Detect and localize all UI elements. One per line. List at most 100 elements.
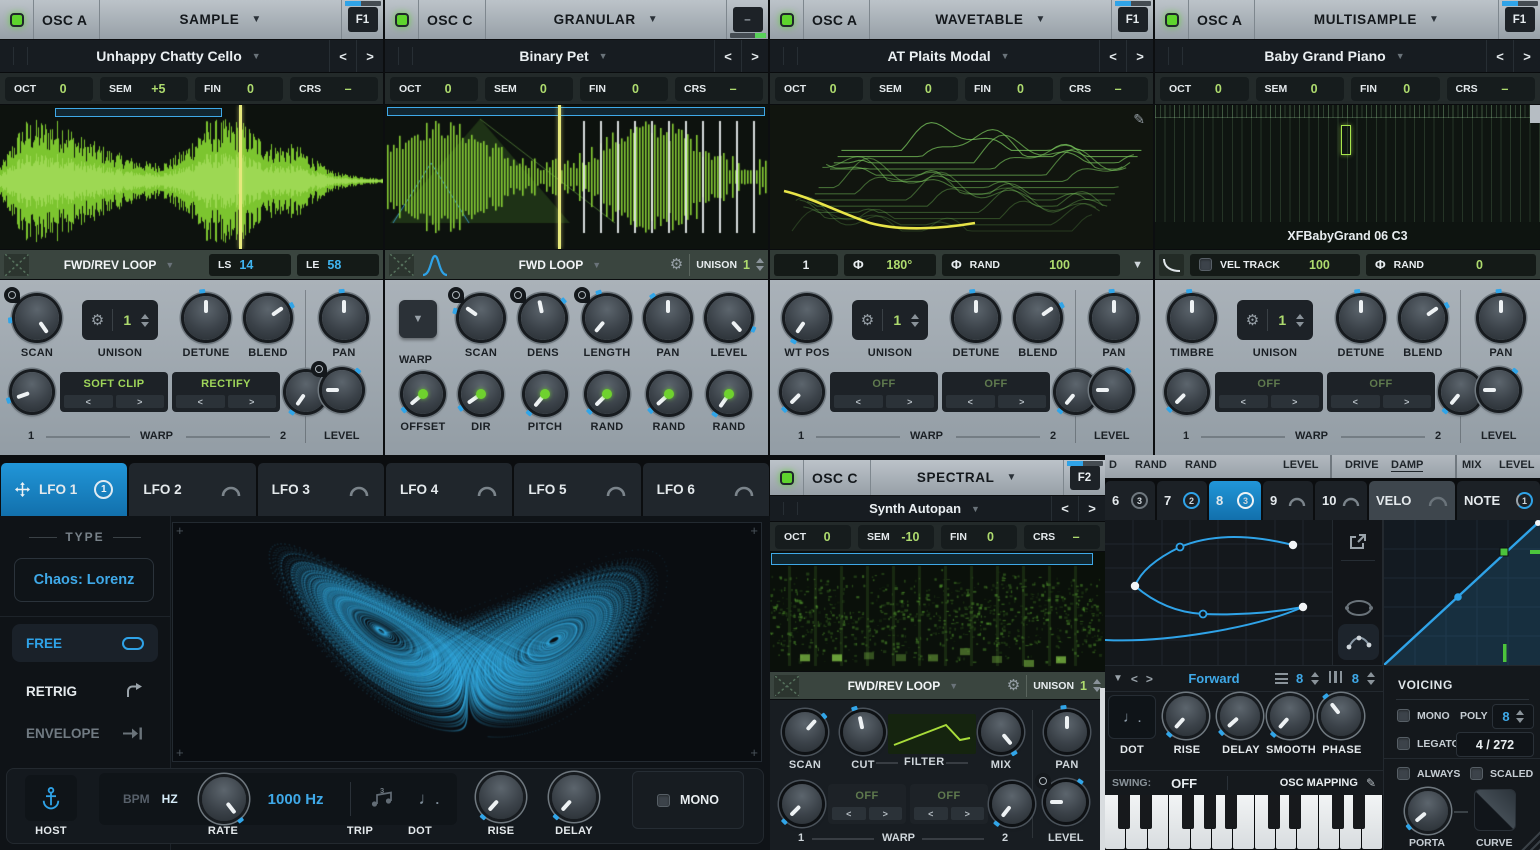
osc-enable-button[interactable] bbox=[385, 0, 419, 39]
oct-field[interactable]: OCT0 bbox=[390, 77, 478, 101]
rand-knob[interactable] bbox=[709, 374, 749, 414]
preset-next-button[interactable]: > bbox=[1078, 496, 1105, 521]
mix-knob[interactable] bbox=[981, 712, 1021, 752]
unison-box[interactable]: ⚙1 bbox=[852, 300, 928, 340]
dir-knob[interactable] bbox=[461, 374, 501, 414]
scan-control[interactable]: SCAN bbox=[8, 296, 66, 359]
rise-knob[interactable] bbox=[479, 775, 523, 819]
scan-control[interactable]: SCAN bbox=[455, 296, 507, 359]
chevron-down-icon[interactable]: ▼ bbox=[1132, 259, 1143, 271]
scroll-notch[interactable] bbox=[1530, 105, 1540, 123]
sem-field[interactable]: SEM0 bbox=[870, 77, 958, 101]
arp-curve-editor[interactable] bbox=[1105, 520, 1332, 665]
delay-knob[interactable] bbox=[552, 775, 596, 819]
porta-knob[interactable] bbox=[1408, 791, 1448, 831]
lfo-type-select[interactable]: Chaos: Lorenz bbox=[14, 558, 154, 602]
poly-field[interactable]: 8 bbox=[1492, 704, 1534, 729]
warp2-prev-button[interactable]: < bbox=[1331, 395, 1380, 408]
wtpos-control[interactable]: WT POS bbox=[778, 296, 836, 359]
warp1-mode-select[interactable]: OFF<> bbox=[1215, 372, 1323, 412]
density-knob[interactable] bbox=[521, 296, 565, 340]
warp2-knob[interactable] bbox=[992, 784, 1032, 824]
warp2-prev-button[interactable]: < bbox=[176, 395, 225, 408]
loop-region-handle[interactable] bbox=[55, 108, 222, 117]
sem-field[interactable]: SEM0 bbox=[1256, 77, 1345, 101]
preset-select[interactable]: Baby Grand Piano▼ bbox=[1183, 48, 1486, 64]
loop-start-field[interactable]: LS14 bbox=[209, 254, 291, 276]
tab-lfo-6[interactable]: LFO 6 bbox=[643, 463, 769, 516]
spectral-display[interactable] bbox=[770, 552, 1105, 672]
preset-prev-button[interactable]: < bbox=[714, 40, 741, 72]
preset-next-button[interactable]: > bbox=[1126, 40, 1153, 72]
note-count-field[interactable]: 4 / 272 bbox=[1456, 732, 1534, 757]
division-value[interactable]: 8 bbox=[1352, 671, 1359, 686]
preset-select[interactable]: AT Plaits Modal▼ bbox=[798, 48, 1099, 64]
dotted-note-icon[interactable]: ♩. bbox=[419, 789, 440, 809]
preset-prev-button[interactable]: < bbox=[1486, 40, 1513, 72]
preset-select[interactable]: Binary Pet▼ bbox=[413, 48, 714, 64]
warp1-prev-button[interactable]: < bbox=[64, 395, 113, 408]
grain-window-icon[interactable] bbox=[420, 253, 450, 277]
crs-field[interactable]: CRS– bbox=[1024, 525, 1100, 549]
resize-grip[interactable] bbox=[1518, 828, 1540, 850]
timbre-knob[interactable] bbox=[1170, 296, 1214, 340]
osc-mode-select[interactable]: SAMPLE▼ bbox=[100, 0, 341, 39]
osc-mapping-label[interactable]: OSC MAPPING bbox=[1280, 777, 1358, 789]
unison-value[interactable]: 1 bbox=[1080, 679, 1087, 693]
rate-knob[interactable] bbox=[202, 777, 246, 821]
pitch-control[interactable]: PITCH bbox=[519, 374, 571, 433]
pan-knob[interactable] bbox=[1047, 712, 1087, 752]
gear-icon[interactable]: ⚙ bbox=[1246, 313, 1259, 328]
ellipse-tool-icon[interactable] bbox=[1344, 598, 1374, 623]
unison-control[interactable]: ⚙1UNISON bbox=[72, 300, 168, 359]
dropdown-icon[interactable]: ▼ bbox=[1113, 673, 1123, 684]
warp1-mode-select[interactable]: SOFT CLIP<> bbox=[60, 372, 168, 412]
rand1-control[interactable]: RAND bbox=[581, 374, 633, 433]
active-zone-cell[interactable] bbox=[1341, 125, 1351, 155]
xfade-icon[interactable] bbox=[389, 254, 414, 276]
edit-pencil-icon[interactable]: ✎ bbox=[1133, 111, 1145, 128]
oct-field[interactable]: OCT0 bbox=[5, 77, 93, 101]
dir-control[interactable]: DIR bbox=[457, 374, 505, 433]
vel-track-field[interactable]: VEL TRACK100 bbox=[1190, 254, 1360, 276]
warp1-knob[interactable] bbox=[782, 372, 822, 412]
stepper-icon[interactable] bbox=[1311, 672, 1319, 685]
scan-knob[interactable] bbox=[785, 712, 825, 752]
osc-enable-button[interactable] bbox=[770, 0, 804, 39]
warp2-prev-button[interactable]: < bbox=[946, 395, 995, 408]
scan-knob[interactable] bbox=[15, 296, 59, 340]
mono-toggle[interactable]: MONO bbox=[632, 771, 744, 829]
mono-checkbox[interactable] bbox=[657, 794, 670, 807]
multisample-zone-display[interactable]: XFBabyGrand 06 C3 bbox=[1155, 105, 1540, 250]
fin-field[interactable]: FIN0 bbox=[965, 77, 1053, 101]
rate-value[interactable]: 1000 Hz bbox=[268, 791, 324, 808]
pencil-icon[interactable]: ✎ bbox=[1366, 776, 1376, 790]
smooth-knob[interactable] bbox=[1270, 696, 1310, 736]
granular-waveform-display[interactable] bbox=[385, 105, 768, 250]
porta-curve-button[interactable] bbox=[1474, 789, 1516, 831]
unison-value[interactable]: 1 bbox=[891, 312, 903, 328]
rand3-control[interactable]: RAND bbox=[703, 374, 755, 433]
lfo-mode-retrig[interactable]: RETRIG bbox=[12, 672, 158, 710]
triplet-icon[interactable]: 3 bbox=[369, 786, 393, 813]
level-knob[interactable] bbox=[707, 296, 751, 340]
pop-out-icon[interactable] bbox=[1347, 532, 1369, 557]
fin-field[interactable]: FIN0 bbox=[195, 77, 283, 101]
tab-seq-7[interactable]: 72 bbox=[1157, 481, 1207, 520]
osc-mode-select[interactable]: WAVETABLE▼ bbox=[870, 0, 1111, 39]
warp1-prev-button[interactable]: < bbox=[1219, 395, 1268, 408]
warp2-mode-select[interactable]: OFF<> bbox=[942, 372, 1050, 412]
unison-control[interactable]: ⚙1UNISON bbox=[1227, 300, 1323, 359]
unison-box[interactable]: ⚙1 bbox=[82, 300, 158, 340]
rise-knob[interactable] bbox=[1166, 696, 1206, 736]
pan-control[interactable]: PAN bbox=[1473, 296, 1529, 359]
blend-control[interactable]: BLEND bbox=[240, 296, 296, 359]
stepper-icon[interactable] bbox=[1296, 314, 1304, 327]
unison-box[interactable]: ⚙1 bbox=[1237, 300, 1313, 340]
fin-field[interactable]: FIN0 bbox=[1351, 77, 1440, 101]
gear-icon[interactable]: ⚙ bbox=[861, 313, 874, 328]
loop-end-field[interactable]: LE58 bbox=[297, 254, 379, 276]
lfo-mode-envelope[interactable]: ENVELOPE bbox=[12, 714, 158, 752]
scaled-checkbox[interactable] bbox=[1470, 767, 1483, 780]
level-control[interactable]: LEVEL bbox=[703, 296, 755, 359]
